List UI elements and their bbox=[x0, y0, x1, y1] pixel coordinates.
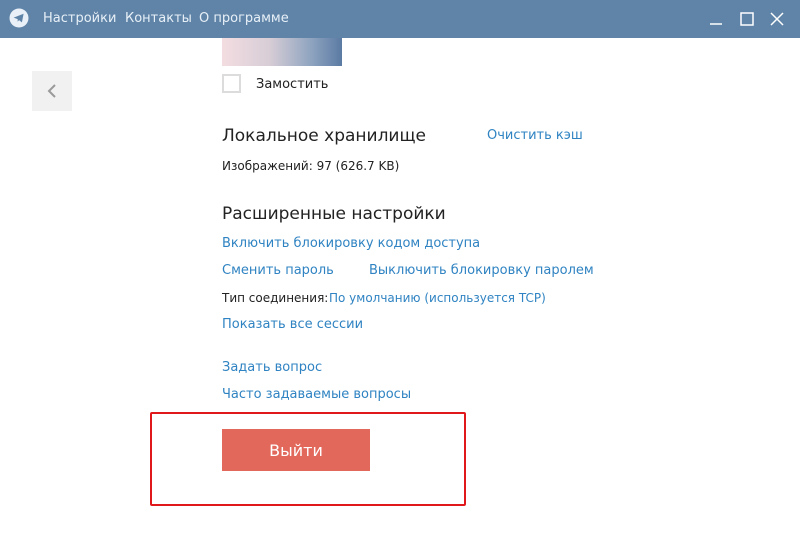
advanced-settings-title: Расширенные настройки bbox=[222, 204, 446, 224]
maximize-icon[interactable] bbox=[737, 9, 757, 29]
faq-link[interactable]: Часто задаваемые вопросы bbox=[222, 387, 411, 402]
minimize-icon[interactable] bbox=[706, 9, 726, 29]
highlight-frame bbox=[150, 412, 466, 506]
disable-password-link[interactable]: Выключить блокировку паролем bbox=[369, 263, 594, 278]
title-bar: Настройки Контакты О программе bbox=[0, 0, 800, 38]
menu-settings[interactable]: Настройки bbox=[43, 11, 116, 26]
menu-contacts[interactable]: Контакты bbox=[125, 11, 192, 26]
menu-about[interactable]: О программе bbox=[199, 11, 289, 26]
connection-type-link[interactable]: По умолчанию (используется TCP) bbox=[329, 291, 546, 305]
chat-background-preview[interactable] bbox=[222, 38, 342, 66]
chevron-left-icon bbox=[47, 84, 56, 98]
change-password-link[interactable]: Сменить пароль bbox=[222, 263, 334, 278]
ask-question-link[interactable]: Задать вопрос bbox=[222, 360, 322, 375]
tile-background-checkbox[interactable] bbox=[222, 74, 241, 93]
telegram-logo-icon[interactable] bbox=[9, 8, 29, 28]
close-icon[interactable] bbox=[767, 9, 787, 29]
tile-background-label[interactable]: Замостить bbox=[256, 77, 328, 92]
local-storage-title: Локальное хранилище bbox=[222, 126, 426, 146]
enable-passcode-link[interactable]: Включить блокировку кодом доступа bbox=[222, 236, 480, 251]
connection-type-label: Тип соединения: bbox=[222, 291, 329, 305]
back-button[interactable] bbox=[32, 71, 72, 111]
clear-cache-link[interactable]: Очистить кэш bbox=[487, 128, 583, 143]
images-info: Изображений: 97 (626.7 KB) bbox=[222, 159, 400, 173]
show-sessions-link[interactable]: Показать все сессии bbox=[222, 317, 363, 332]
